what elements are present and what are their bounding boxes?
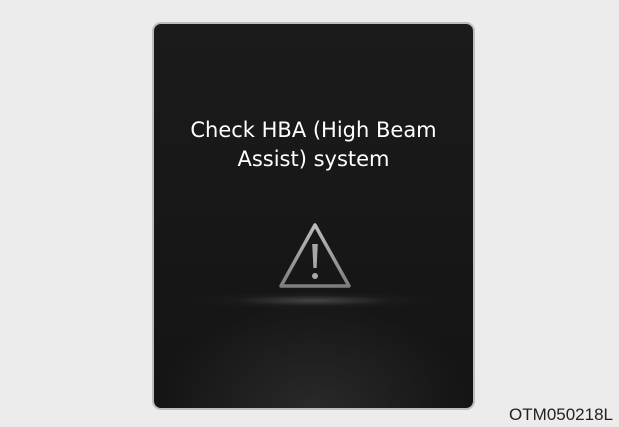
- warning-message-line-1: Check HBA (High Beam: [190, 118, 437, 142]
- cluster-display-panel: Check HBA (High Beam Assist) system: [152, 22, 475, 410]
- warning-message: Check HBA (High Beam Assist) system: [154, 116, 473, 174]
- warning-message-line-2: Assist) system: [237, 147, 390, 171]
- warning-triangle-icon: [279, 223, 351, 288]
- figure-reference-code: OTM050218L: [509, 405, 613, 425]
